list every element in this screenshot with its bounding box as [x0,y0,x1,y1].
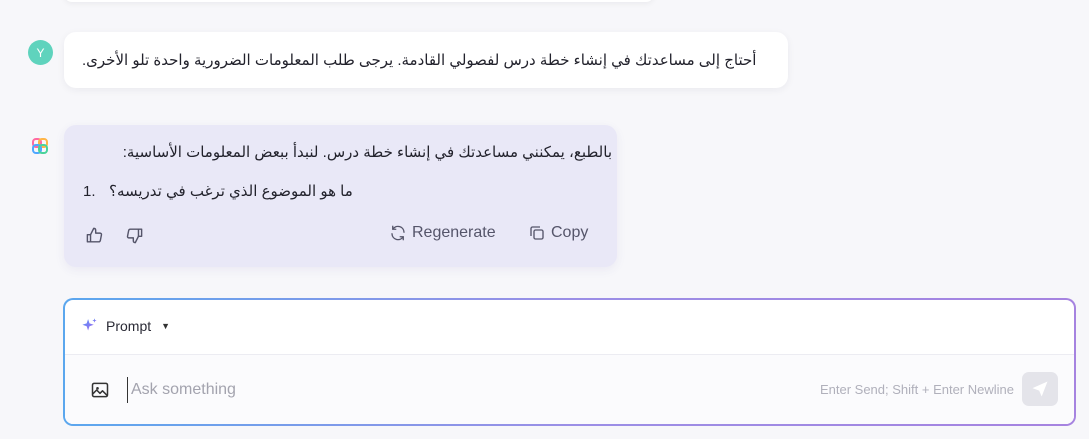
previous-message-card [64,0,654,2]
chat-view: Y أحتاج إلى مساعدتك في إنشاء خطة درس لفص… [0,0,1089,439]
user-message-text: أحتاج إلى مساعدتك في إنشاء خطة درس لفصول… [82,52,757,69]
composer-input-area: Enter Send; Shift + Enter Newline [65,355,1074,424]
send-button[interactable] [1022,372,1058,406]
prompt-mode-label: Prompt [106,317,152,334]
caret-down-icon: ▼ [161,320,171,331]
colorful-knot-logo-icon [32,138,48,154]
image-upload-button[interactable] [89,379,111,401]
composer-toolbar: Prompt ▼ [65,300,1074,355]
sparkle-icon [82,318,97,331]
assistant-list-item: 1. ما هو الموضوع الذي ترغب في تدريسه؟ [83,182,353,200]
thumbs-up-icon[interactable] [84,225,104,245]
list-item-number: 1. [83,183,96,200]
regenerate-button[interactable]: Regenerate [389,224,496,242]
copy-label: Copy [551,224,589,241]
thumbs-down-icon[interactable] [124,225,144,245]
regenerate-label: Regenerate [412,224,496,241]
refresh-icon [391,225,405,241]
paper-plane-icon [1032,381,1048,397]
prompt-mode-dropdown[interactable]: Prompt ▼ [81,317,170,334]
message-composer: Prompt ▼ Enter Send; Shift + Enter Newli… [63,298,1076,426]
keyboard-hint: Enter Send; Shift + Enter Newline [819,382,1014,397]
list-item-question: ما هو الموضوع الذي ترغب في تدريسه؟ [109,183,353,200]
copy-button[interactable]: Copy [528,224,588,242]
user-avatar-initial: Y [36,45,45,60]
image-icon [91,382,109,398]
user-avatar: Y [28,40,53,65]
assistant-message-bubble: بالطبع، يمكنني مساعدتك في إنشاء خطة درس.… [64,125,617,267]
user-message-bubble: أحتاج إلى مساعدتك في إنشاء خطة درس لفصول… [64,32,788,88]
assistant-intro-text: بالطبع، يمكنني مساعدتك في إنشاء خطة درس.… [122,144,612,161]
ask-input[interactable] [127,377,693,403]
copy-icon [530,226,544,240]
